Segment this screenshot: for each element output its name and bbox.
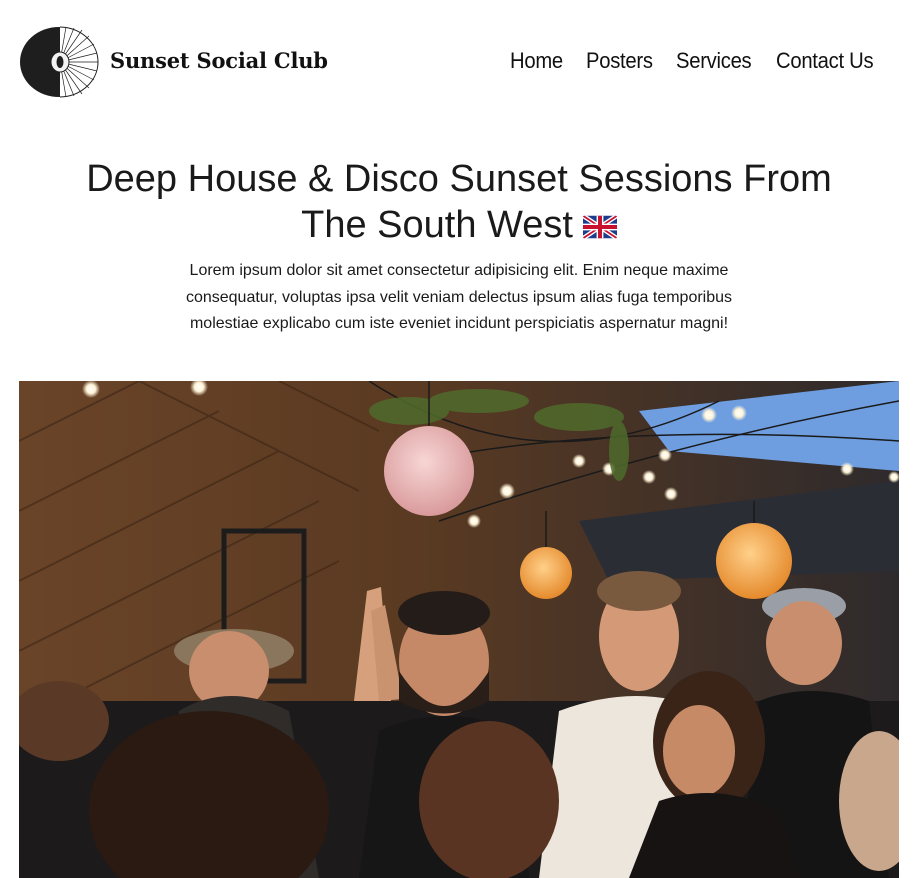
logo-link[interactable] (19, 26, 99, 98)
hero-title-line-1: Deep House & Disco Sunset Sessions From (86, 158, 832, 200)
hero-description: Lorem ipsum dolor sit amet consectetur a… (185, 262, 733, 332)
nav-posters-link[interactable]: Posters (586, 48, 653, 74)
nav-contact-link[interactable]: Contact Us (776, 48, 874, 74)
party-crowd-photo (19, 381, 899, 878)
uk-flag-icon (582, 215, 617, 239)
sunset-disc-logo-icon (20, 26, 99, 98)
main-nav: Home Posters Services Contact Us (510, 48, 882, 74)
hero-title: Deep House & Disco Sunset Sessions From … (0, 156, 918, 248)
nav-home-link[interactable]: Home (510, 48, 563, 74)
brand-name[interactable]: Sunset Social Club (110, 48, 328, 73)
hero-title-text: The South West (301, 204, 573, 246)
nav-services-link[interactable]: Services (676, 48, 752, 74)
site-header: Sunset Social Club Home Posters Services… (0, 0, 918, 124)
hero-title-line-2: The South West (0, 202, 918, 248)
